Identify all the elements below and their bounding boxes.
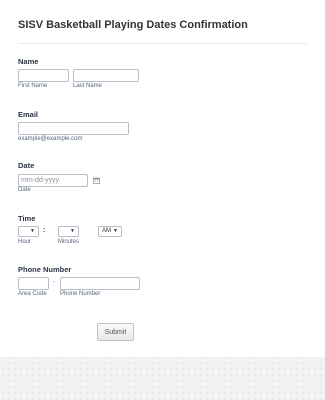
name-label: Name xyxy=(18,57,39,66)
minutes-select[interactable]: ▼ xyxy=(58,226,79,237)
title-divider xyxy=(18,43,307,44)
area-code-sublabel: Area Code xyxy=(18,291,47,297)
chevron-down-icon: ▼ xyxy=(30,228,35,234)
phone-number-input[interactable] xyxy=(60,277,140,290)
ampm-value: AM xyxy=(102,228,111,234)
ampm-select[interactable]: AM ▼ xyxy=(98,226,122,237)
date-sublabel: Date xyxy=(18,187,31,193)
first-name-sublabel: First Name xyxy=(18,83,48,89)
form-card: SISV Basketball Playing Dates Confirmati… xyxy=(0,0,325,357)
calendar-icon[interactable] xyxy=(93,177,100,184)
area-code-input[interactable] xyxy=(18,277,49,290)
form-title: SISV Basketball Playing Dates Confirmati… xyxy=(18,19,248,31)
email-input[interactable] xyxy=(18,122,129,135)
email-sublabel: example@example.com xyxy=(18,136,83,142)
email-label: Email xyxy=(18,110,39,119)
phone-label: Phone Number xyxy=(18,265,72,274)
submit-button[interactable]: Submit xyxy=(97,323,134,341)
first-name-input[interactable] xyxy=(18,69,69,82)
hour-select[interactable]: ▼ xyxy=(18,226,39,237)
phone-separator: - xyxy=(53,279,56,286)
phone-number-sublabel: Phone Number xyxy=(60,291,101,297)
time-label: Time xyxy=(18,214,36,223)
chevron-down-icon: ▼ xyxy=(70,228,75,234)
time-separator: : xyxy=(43,227,46,234)
hour-sublabel: Hour xyxy=(18,239,32,245)
minutes-sublabel: Minutes xyxy=(58,239,80,245)
last-name-sublabel: Last Name xyxy=(73,83,103,89)
chevron-down-icon: ▼ xyxy=(113,228,118,234)
last-name-input[interactable] xyxy=(73,69,139,82)
date-input[interactable]: mm-dd-yyyy xyxy=(18,174,88,187)
date-label: Date xyxy=(18,161,35,170)
